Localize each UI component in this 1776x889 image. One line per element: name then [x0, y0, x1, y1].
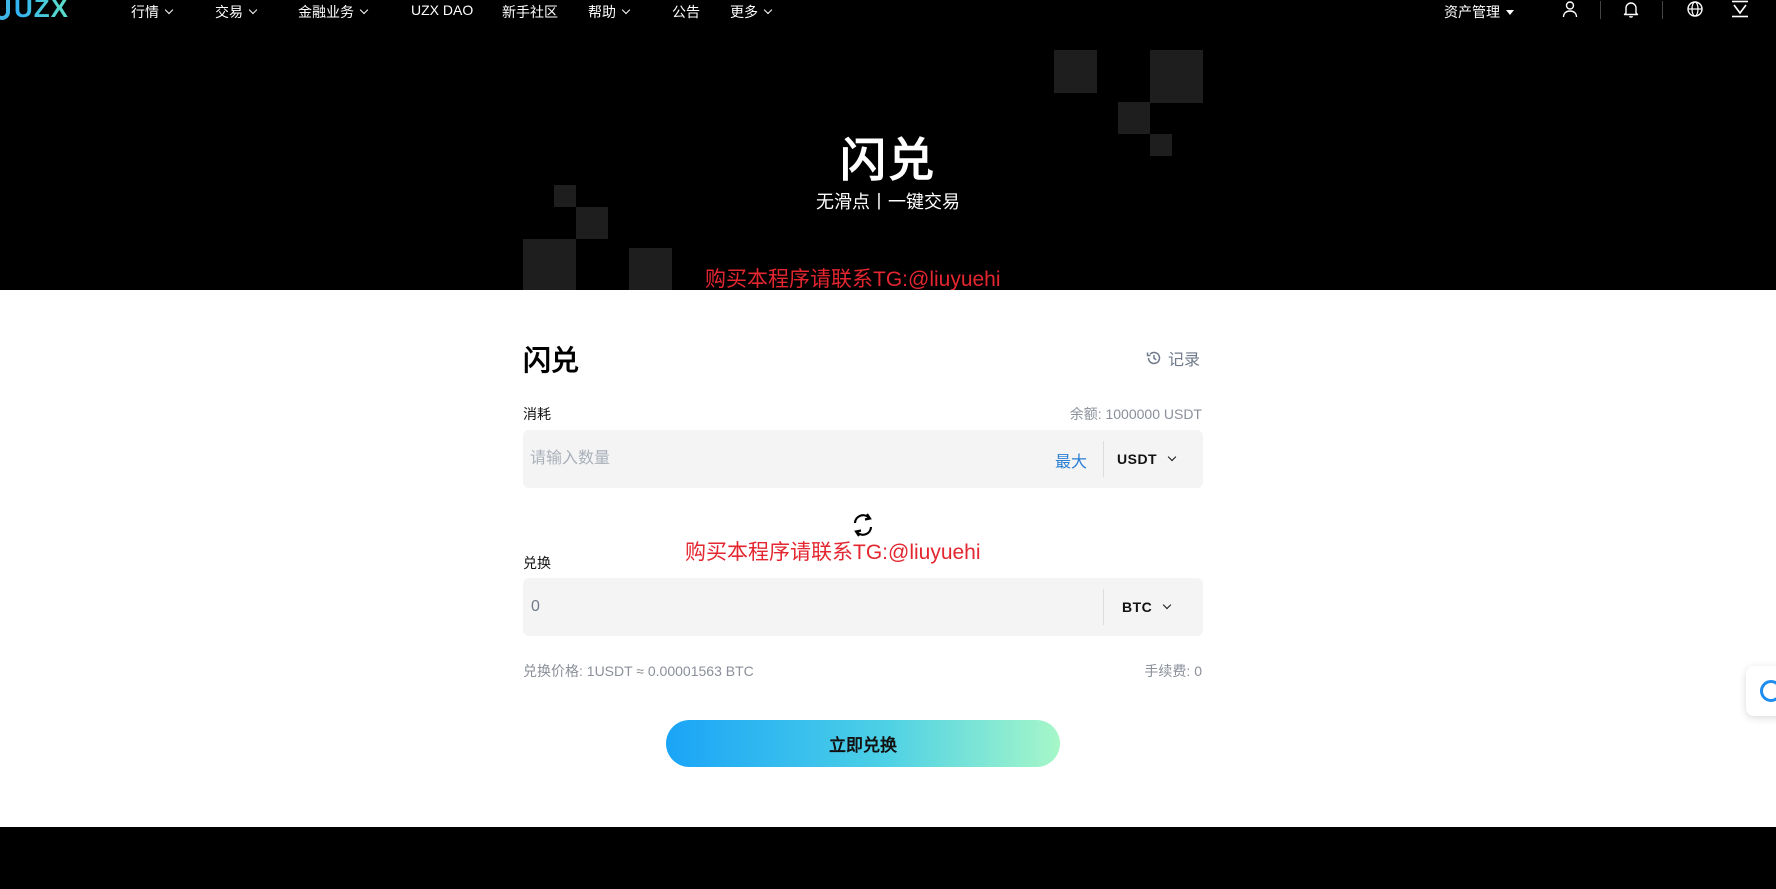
nav-item-label: 帮助 — [588, 4, 616, 20]
chevron-down-icon — [248, 5, 258, 15]
caret-down-icon — [1506, 9, 1514, 15]
records-button[interactable]: 记录 — [1146, 346, 1200, 370]
field-divider — [1103, 589, 1104, 625]
decor-square — [523, 239, 576, 290]
chevron-down-icon — [1167, 452, 1177, 462]
logo-text: UZX — [14, 0, 69, 24]
bell-icon[interactable] — [1622, 0, 1640, 18]
history-icon — [1146, 351, 1161, 365]
from-coin-label: USDT — [1117, 451, 1158, 467]
from-label: 消耗 — [523, 406, 551, 422]
hero-banner: 闪兑 无滑点丨一键交易 购买本程序请联系TG:@liuyuehi — [0, 24, 1776, 290]
exchange-rate: 兑换价格: 1USDT ≈ 0.00001563 BTC — [523, 663, 754, 679]
nav-item-label: 资产管理 — [1444, 4, 1500, 20]
swap-direction-icon[interactable] — [849, 511, 877, 539]
chevron-down-icon — [359, 5, 369, 15]
brand-logo[interactable]: UZX — [0, 0, 69, 23]
to-coin-select[interactable]: BTC — [1122, 578, 1202, 636]
decor-square — [1150, 50, 1203, 103]
chevron-down-icon — [621, 5, 631, 15]
fee-text: 手续费: 0 — [1144, 663, 1202, 679]
download-icon[interactable] — [1731, 0, 1749, 18]
nav-item-label: UZX DAO — [411, 2, 474, 18]
hero-title: 闪兑 — [840, 134, 936, 186]
nav-item-finance[interactable]: 金融业务 — [298, 2, 369, 22]
nav-item-label: 更多 — [730, 4, 758, 20]
watermark-text: 购买本程序请联系TG:@liuyuehi — [685, 541, 981, 564]
field-divider — [1103, 441, 1104, 477]
from-coin-select[interactable]: USDT — [1117, 430, 1197, 488]
chevron-down-icon — [763, 5, 773, 15]
chevron-down-icon — [164, 5, 174, 15]
floating-support-widget[interactable] — [1746, 666, 1776, 716]
to-coin-label: BTC — [1122, 599, 1153, 615]
globe-icon[interactable] — [1686, 0, 1704, 18]
hero-subtitle: 无滑点丨一键交易 — [816, 192, 960, 212]
nav-item-label: 行情 — [131, 4, 159, 20]
to-amount-field: 0 BTC — [523, 578, 1203, 636]
from-amount-field: 最大 USDT — [523, 430, 1203, 488]
decor-square — [629, 248, 672, 290]
watermark-text: 购买本程序请联系TG:@liuyuehi — [705, 268, 1001, 290]
nav-divider — [1662, 1, 1663, 19]
nav-item-label: 新手社区 — [502, 4, 558, 20]
nav-item-community[interactable]: 新手社区 — [502, 2, 558, 22]
nav-item-trade[interactable]: 交易 — [215, 2, 258, 22]
swap-title: 闪兑 — [523, 345, 580, 376]
nav-item-label: 金融业务 — [298, 4, 354, 20]
nav-item-announcements[interactable]: 公告 — [672, 2, 700, 22]
nav-item-market[interactable]: 行情 — [131, 2, 174, 22]
support-icon — [1760, 680, 1776, 702]
from-amount-input[interactable] — [530, 430, 1000, 488]
max-button[interactable]: 最大 — [1055, 448, 1087, 472]
nav-item-more[interactable]: 更多 — [730, 2, 773, 22]
nav-divider — [1600, 1, 1601, 19]
nav-item-label: 交易 — [215, 4, 243, 20]
nav-item-help[interactable]: 帮助 — [588, 2, 631, 22]
top-nav: UZX 行情 交易 金融业务 UZX DAO 新手社区 帮助 公告 更多 资产管… — [0, 0, 1776, 24]
user-icon[interactable] — [1561, 0, 1579, 18]
decor-square — [1054, 50, 1097, 93]
nav-item-label: 公告 — [672, 4, 700, 20]
records-label: 记录 — [1168, 352, 1201, 369]
nav-item-dao[interactable]: UZX DAO — [411, 2, 473, 18]
balance-text: 余额: 1000000 USDT — [1069, 406, 1202, 422]
logo-mark-icon — [0, 0, 10, 20]
footer — [0, 827, 1776, 889]
nav-item-assets[interactable]: 资产管理 — [1444, 2, 1514, 22]
chevron-down-icon — [1163, 600, 1172, 610]
swap-submit-button[interactable]: 立即兑换 — [666, 720, 1060, 767]
to-amount-value: 0 — [531, 598, 540, 615]
to-label: 兑换 — [523, 555, 551, 571]
